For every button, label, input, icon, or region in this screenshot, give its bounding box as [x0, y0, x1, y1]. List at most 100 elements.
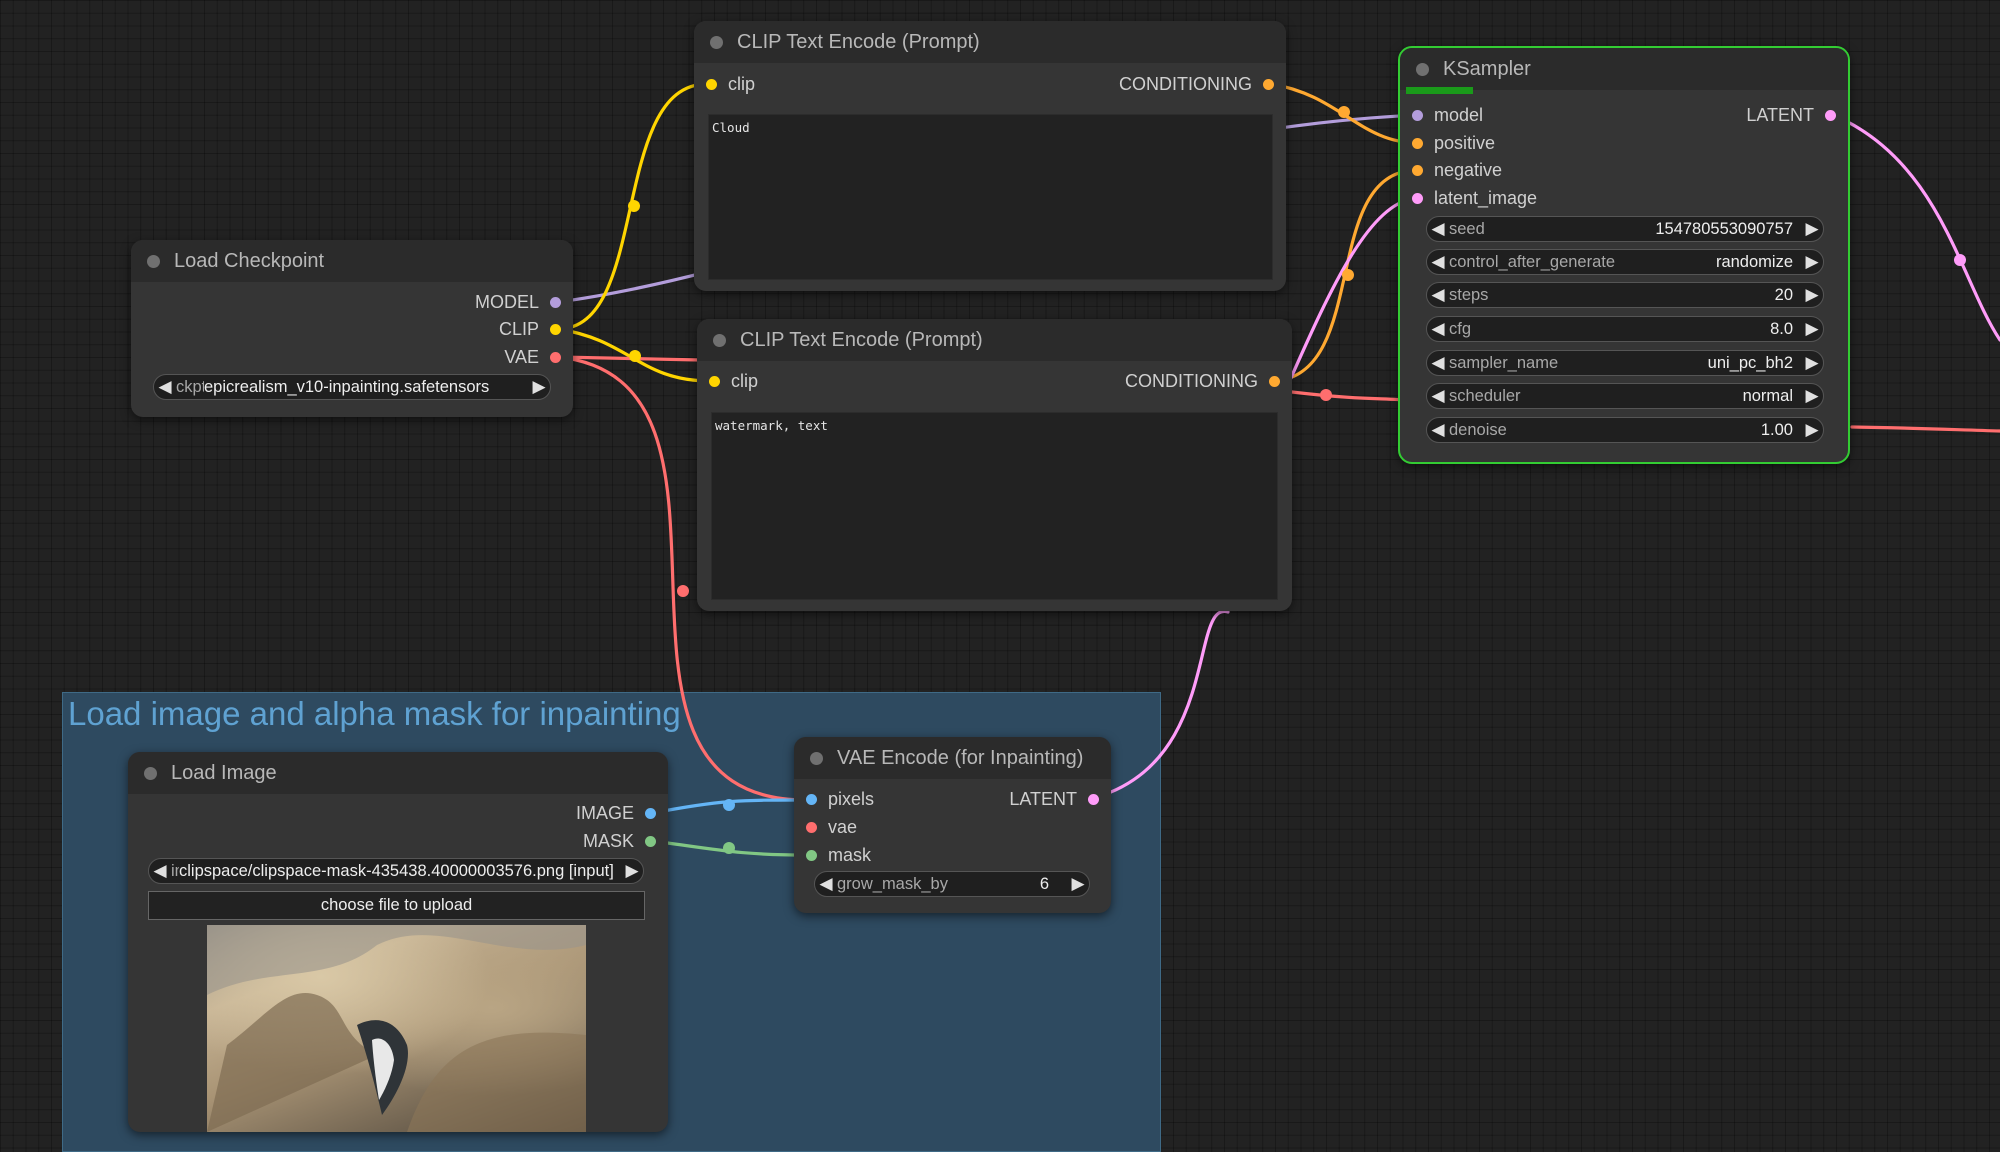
sampler-name-widget[interactable]: ◀ sampler_name uni_pc_bh2 ▶: [1426, 350, 1824, 376]
node-title: VAE Encode (for Inpainting): [837, 746, 1084, 769]
widget-label: seed: [1449, 219, 1485, 238]
slot-label: CONDITIONING: [1119, 73, 1252, 94]
grow-mask-by-widget[interactable]: ◀ grow_mask_by 6 ▶: [814, 871, 1090, 897]
arrow-right-icon[interactable]: ▶: [1801, 285, 1823, 305]
arrow-left-icon[interactable]: ◀: [1427, 353, 1449, 373]
conditioning-dot-icon[interactable]: [1263, 78, 1274, 90]
collapse-dot-icon[interactable]: [710, 35, 723, 49]
arrow-left-icon[interactable]: ◀: [154, 377, 176, 397]
ksampler-node[interactable]: KSampler model LATENT positive negative …: [1398, 46, 1850, 464]
node-title-bar[interactable]: VAE Encode (for Inpainting): [794, 737, 1111, 779]
wire-positive: [1269, 82, 1420, 145]
arrow-left-icon[interactable]: ◀: [1427, 252, 1449, 272]
arrow-right-icon[interactable]: ▶: [1801, 219, 1823, 239]
clip-dot-icon[interactable]: [706, 78, 717, 90]
output-vae[interactable]: VAE: [504, 345, 561, 369]
group-title[interactable]: Load image and alpha mask for inpainting: [68, 695, 681, 733]
arrow-right-icon[interactable]: ▶: [528, 377, 550, 397]
input-mask[interactable]: mask: [806, 843, 871, 867]
denoise-widget[interactable]: ◀ denoise 1.00 ▶: [1426, 417, 1824, 443]
arrow-left-icon[interactable]: ◀: [1427, 219, 1449, 239]
arrow-right-icon[interactable]: ▶: [1801, 319, 1823, 339]
clip-text-encode-positive-node[interactable]: CLIP Text Encode (Prompt) clip CONDITION…: [694, 21, 1286, 291]
seed-widget[interactable]: ◀ seed 154780553090757 ▶: [1426, 216, 1824, 242]
slot-label: vae: [828, 816, 858, 837]
latent-dot-icon[interactable]: [1088, 793, 1099, 805]
vae-dot-icon[interactable]: [806, 821, 817, 833]
input-model[interactable]: model: [1412, 103, 1483, 127]
wire-negative: [1275, 168, 1420, 383]
input-clip[interactable]: clip: [709, 369, 758, 393]
vae-dot-icon[interactable]: [550, 351, 561, 363]
arrow-left-icon[interactable]: ◀: [815, 874, 837, 894]
output-conditioning[interactable]: CONDITIONING: [1125, 369, 1280, 393]
widget-label: scheduler: [1449, 386, 1521, 405]
arrow-left-icon[interactable]: ◀: [1427, 319, 1449, 339]
prompt-text-area[interactable]: watermark, text: [711, 412, 1278, 600]
prompt-text-area[interactable]: Cloud: [708, 114, 1273, 280]
conditioning-dot-icon[interactable]: [1412, 164, 1423, 176]
node-title: CLIP Text Encode (Prompt): [737, 30, 980, 53]
widget-label: grow_mask_by: [837, 874, 948, 893]
mask-dot-icon[interactable]: [645, 835, 656, 847]
input-negative[interactable]: negative: [1412, 158, 1502, 182]
load-checkpoint-node[interactable]: Load Checkpoint MODEL CLIP VAE ◀ ckpt_na…: [131, 240, 573, 417]
output-mask[interactable]: MASK: [583, 829, 656, 853]
collapse-dot-icon[interactable]: [810, 751, 823, 765]
arrow-right-icon[interactable]: ▶: [1801, 252, 1823, 272]
collapse-dot-icon[interactable]: [147, 254, 160, 268]
input-vae[interactable]: vae: [806, 815, 857, 839]
slot-label: MASK: [582, 830, 634, 851]
input-positive[interactable]: positive: [1412, 131, 1495, 155]
arrow-left-icon[interactable]: ◀: [1427, 420, 1449, 440]
node-title-bar[interactable]: Load Checkpoint: [131, 240, 573, 282]
output-clip[interactable]: CLIP: [499, 317, 561, 341]
cfg-widget[interactable]: ◀ cfg 8.0 ▶: [1426, 316, 1824, 342]
clip-dot-icon[interactable]: [550, 323, 561, 335]
image-dot-icon[interactable]: [645, 807, 656, 819]
output-image[interactable]: IMAGE: [576, 801, 656, 825]
vae-encode-inpainting-node[interactable]: VAE Encode (for Inpainting) pixels LATEN…: [794, 737, 1111, 913]
control-after-generate-widget[interactable]: ◀ control_after_generate randomize ▶: [1426, 249, 1824, 275]
conditioning-dot-icon[interactable]: [1412, 137, 1423, 149]
conditioning-dot-icon[interactable]: [1269, 375, 1280, 387]
output-latent[interactable]: LATENT: [1009, 787, 1099, 811]
ckpt-name-combo[interactable]: ◀ ckpt_name epicrealism_v10-inpainting.s…: [153, 374, 551, 400]
arrow-left-icon[interactable]: ◀: [1427, 386, 1449, 406]
steps-widget[interactable]: ◀ steps 20 ▶: [1426, 282, 1824, 308]
output-conditioning[interactable]: CONDITIONING: [1119, 72, 1274, 96]
model-dot-icon[interactable]: [550, 296, 561, 308]
arrow-left-icon[interactable]: ◀: [149, 861, 171, 881]
output-latent[interactable]: LATENT: [1746, 103, 1836, 127]
node-title-bar[interactable]: CLIP Text Encode (Prompt): [697, 319, 1292, 361]
arrow-right-icon[interactable]: ▶: [1801, 420, 1823, 440]
arrow-right-icon[interactable]: ▶: [621, 861, 643, 881]
load-image-node[interactable]: Load Image IMAGE MASK ◀ image clipspace/…: [128, 752, 668, 1132]
input-pixels[interactable]: pixels: [806, 787, 874, 811]
clip-dot-icon[interactable]: [709, 375, 720, 387]
node-title-bar[interactable]: Load Image: [128, 752, 668, 794]
collapse-dot-icon[interactable]: [144, 766, 157, 780]
collapse-dot-icon[interactable]: [1416, 62, 1429, 76]
image-file-combo[interactable]: ◀ image clipspace/clipspace-mask-435438.…: [148, 858, 644, 884]
arrow-right-icon[interactable]: ▶: [1067, 874, 1089, 894]
output-model[interactable]: MODEL: [475, 290, 561, 314]
clip-text-encode-negative-node[interactable]: CLIP Text Encode (Prompt) clip CONDITION…: [697, 319, 1292, 611]
wire-vae-branch: [556, 355, 702, 362]
arrow-right-icon[interactable]: ▶: [1801, 353, 1823, 373]
image-dot-icon[interactable]: [806, 793, 817, 805]
collapse-dot-icon[interactable]: [713, 333, 726, 347]
input-clip[interactable]: clip: [706, 72, 755, 96]
model-dot-icon[interactable]: [1412, 109, 1423, 121]
node-title-bar[interactable]: KSampler: [1400, 48, 1848, 94]
arrow-right-icon[interactable]: ▶: [1801, 386, 1823, 406]
input-latent-image[interactable]: latent_image: [1412, 186, 1537, 210]
scheduler-widget[interactable]: ◀ scheduler normal ▶: [1426, 383, 1824, 409]
wire-clip-to-positive: [556, 82, 709, 331]
choose-file-button[interactable]: choose file to upload: [148, 891, 645, 920]
latent-dot-icon[interactable]: [1825, 109, 1836, 121]
node-title-bar[interactable]: CLIP Text Encode (Prompt): [694, 21, 1286, 63]
mask-dot-icon[interactable]: [806, 849, 817, 861]
latent-dot-icon[interactable]: [1412, 192, 1423, 204]
arrow-left-icon[interactable]: ◀: [1427, 285, 1449, 305]
